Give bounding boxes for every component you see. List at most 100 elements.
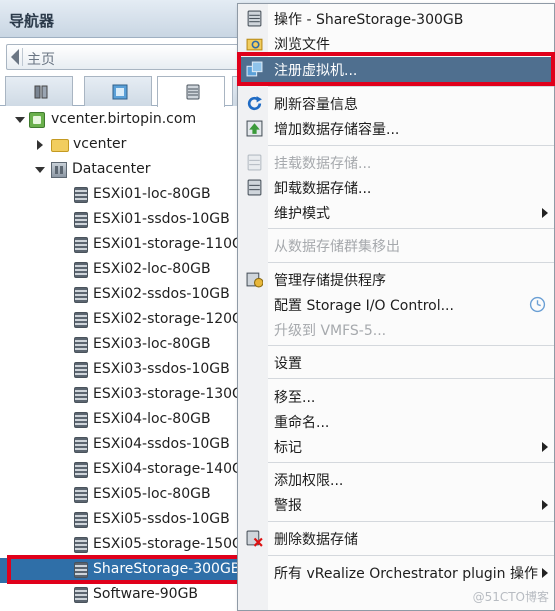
menu-item-label: 刷新容量信息 bbox=[274, 97, 358, 113]
menu-item-browse-files[interactable]: 浏览文件 bbox=[238, 31, 554, 56]
datastore-icon bbox=[247, 10, 262, 27]
tree-node-label: ESXi02-loc-80GB bbox=[93, 261, 211, 277]
menu-item-rename[interactable]: 重命名... bbox=[238, 409, 554, 434]
menu-item-settings[interactable]: 设置 bbox=[238, 350, 554, 375]
tree-node-label: ESXi01-storage-110GB bbox=[93, 236, 253, 252]
tree-node-label: Datacenter bbox=[72, 161, 151, 177]
menu-divider bbox=[268, 521, 554, 522]
increase-capacity-icon bbox=[246, 120, 263, 137]
tree-node-label: ESXi01-ssdos-10GB bbox=[93, 211, 230, 227]
datastore-icon bbox=[74, 187, 88, 203]
datastore-icon bbox=[74, 562, 88, 578]
datastore-icon bbox=[74, 237, 88, 253]
menu-item-label: 标记 bbox=[274, 440, 302, 456]
menu-item-label: 添加权限... bbox=[274, 473, 344, 489]
menu-item-refresh-capacity[interactable]: 刷新容量信息 bbox=[238, 91, 554, 116]
datastore-icon bbox=[74, 262, 88, 278]
tree-node-label: ESXi01-loc-80GB bbox=[93, 186, 211, 202]
menu-item-label: 挂载数据存储... bbox=[274, 156, 372, 172]
watermark: @51CTO博客 bbox=[472, 590, 549, 604]
folder-icon bbox=[51, 139, 69, 152]
delete-datastore-icon bbox=[246, 530, 263, 547]
datastore-icon bbox=[74, 537, 88, 553]
tree-node-label: ShareStorage-300GB bbox=[93, 561, 241, 577]
menu-divider bbox=[268, 145, 554, 146]
back-arrow-icon bbox=[11, 49, 19, 65]
tree-node-label: ESXi04-ssdos-10GB bbox=[93, 436, 230, 452]
submenu-arrow-icon bbox=[542, 208, 548, 218]
tree-node-label: ESXi03-loc-80GB bbox=[93, 336, 211, 352]
unmount-datastore-icon bbox=[247, 179, 262, 196]
clock-icon bbox=[529, 296, 546, 313]
menu-item-upgrade-vmfs5[interactable]: 升级到 VMFS-5... bbox=[238, 317, 554, 342]
datastore-icon bbox=[74, 212, 88, 228]
tree-node-label: ESXi02-storage-120GB bbox=[93, 311, 253, 327]
register-vm-icon bbox=[246, 61, 263, 77]
menu-item-configure-sioc[interactable]: 配置 Storage I/O Control... bbox=[238, 292, 554, 317]
menu-header: 操作 - ShareStorage-300GB bbox=[238, 6, 554, 31]
datastore-icon bbox=[74, 362, 88, 378]
menu-item-label: 管理存储提供程序 bbox=[274, 273, 386, 289]
refresh-icon bbox=[247, 96, 262, 111]
tree-node-label: vcenter bbox=[73, 136, 127, 152]
menu-item-delete-datastore[interactable]: 删除数据存储 bbox=[238, 526, 554, 551]
submenu-arrow-icon bbox=[542, 568, 548, 578]
tree-node-label: vcenter.birtopin.com bbox=[51, 111, 197, 127]
menu-item-maintenance-mode[interactable]: 维护模式 bbox=[238, 200, 554, 225]
menu-item-mount-datastore[interactable]: 挂载数据存储... bbox=[238, 150, 554, 175]
menu-item-register-vm[interactable]: 注册虚拟机... bbox=[238, 57, 554, 82]
menu-item-move-to[interactable]: 移至... bbox=[238, 384, 554, 409]
menu-item-remove-from-cluster[interactable]: 从数据存储群集移出 bbox=[238, 233, 554, 258]
datastore-icon bbox=[74, 437, 88, 453]
menu-item-label: 移至... bbox=[274, 390, 316, 406]
menu-divider bbox=[268, 228, 554, 229]
tree-node-label: ESXi05-loc-80GB bbox=[93, 486, 211, 502]
menu-item-label: 从数据存储群集移出 bbox=[274, 239, 400, 255]
tab-storage[interactable] bbox=[157, 76, 225, 107]
menu-header-label: 操作 - ShareStorage-300GB bbox=[274, 12, 464, 28]
menu-item-label: 设置 bbox=[274, 356, 302, 372]
submenu-arrow-icon bbox=[542, 442, 548, 452]
tree-node-label: ESXi04-storage-140GB bbox=[93, 461, 253, 477]
divider bbox=[22, 48, 23, 66]
menu-item-add-permission[interactable]: 添加权限... bbox=[238, 467, 554, 492]
menu-item-label: 所有 vRealize Orchestrator plugin 操作 bbox=[274, 566, 538, 582]
menu-item-manage-storage-providers[interactable]: 管理存储提供程序 bbox=[238, 267, 554, 292]
collapse-arrow-icon[interactable] bbox=[35, 167, 45, 173]
submenu-arrow-icon bbox=[542, 500, 548, 510]
datastore-icon bbox=[74, 587, 88, 603]
hosts-icon bbox=[34, 85, 48, 99]
menu-divider bbox=[268, 345, 554, 346]
home-label: 主页 bbox=[27, 52, 55, 68]
tree-node-label: ESXi02-ssdos-10GB bbox=[93, 286, 230, 302]
vm-icon bbox=[112, 84, 128, 100]
menu-item-unmount-datastore[interactable]: 卸载数据存储... bbox=[238, 175, 554, 200]
tab-vms-templates[interactable] bbox=[84, 76, 152, 106]
expand-arrow-icon[interactable] bbox=[37, 140, 43, 150]
tree-node-label: ESXi04-loc-80GB bbox=[93, 411, 211, 427]
menu-divider bbox=[268, 378, 554, 379]
menu-item-label: 配置 Storage I/O Control... bbox=[274, 298, 454, 314]
menu-item-label: 警报 bbox=[274, 498, 302, 514]
tree-node-label: ESXi03-storage-130GB bbox=[93, 386, 253, 402]
menu-item-label: 增加数据存储容量... bbox=[274, 122, 400, 138]
menu-item-vro-actions[interactable]: 所有 vRealize Orchestrator plugin 操作 bbox=[238, 560, 554, 585]
vcenter-icon bbox=[29, 112, 45, 128]
tab-hosts-clusters[interactable] bbox=[5, 76, 73, 106]
datastore-icon bbox=[74, 412, 88, 428]
menu-item-tags[interactable]: 标记 bbox=[238, 434, 554, 459]
tree-node-label: Software-90GB bbox=[93, 586, 199, 602]
menu-item-label: 升级到 VMFS-5... bbox=[274, 323, 387, 339]
datastore-icon bbox=[74, 337, 88, 353]
menu-item-increase-capacity[interactable]: 增加数据存储容量... bbox=[238, 116, 554, 141]
folder-browse-icon bbox=[246, 38, 263, 51]
menu-item-label: 重命名... bbox=[274, 415, 330, 431]
menu-item-alarms[interactable]: 警报 bbox=[238, 492, 554, 517]
datastore-icon bbox=[74, 512, 88, 528]
menu-divider bbox=[268, 86, 554, 87]
tree-node-label: ESXi05-storage-150GB bbox=[93, 536, 253, 552]
menu-item-label: 浏览文件 bbox=[274, 37, 330, 53]
storage-icon bbox=[186, 84, 200, 100]
mount-datastore-icon bbox=[247, 154, 262, 171]
collapse-arrow-icon[interactable] bbox=[15, 117, 25, 123]
